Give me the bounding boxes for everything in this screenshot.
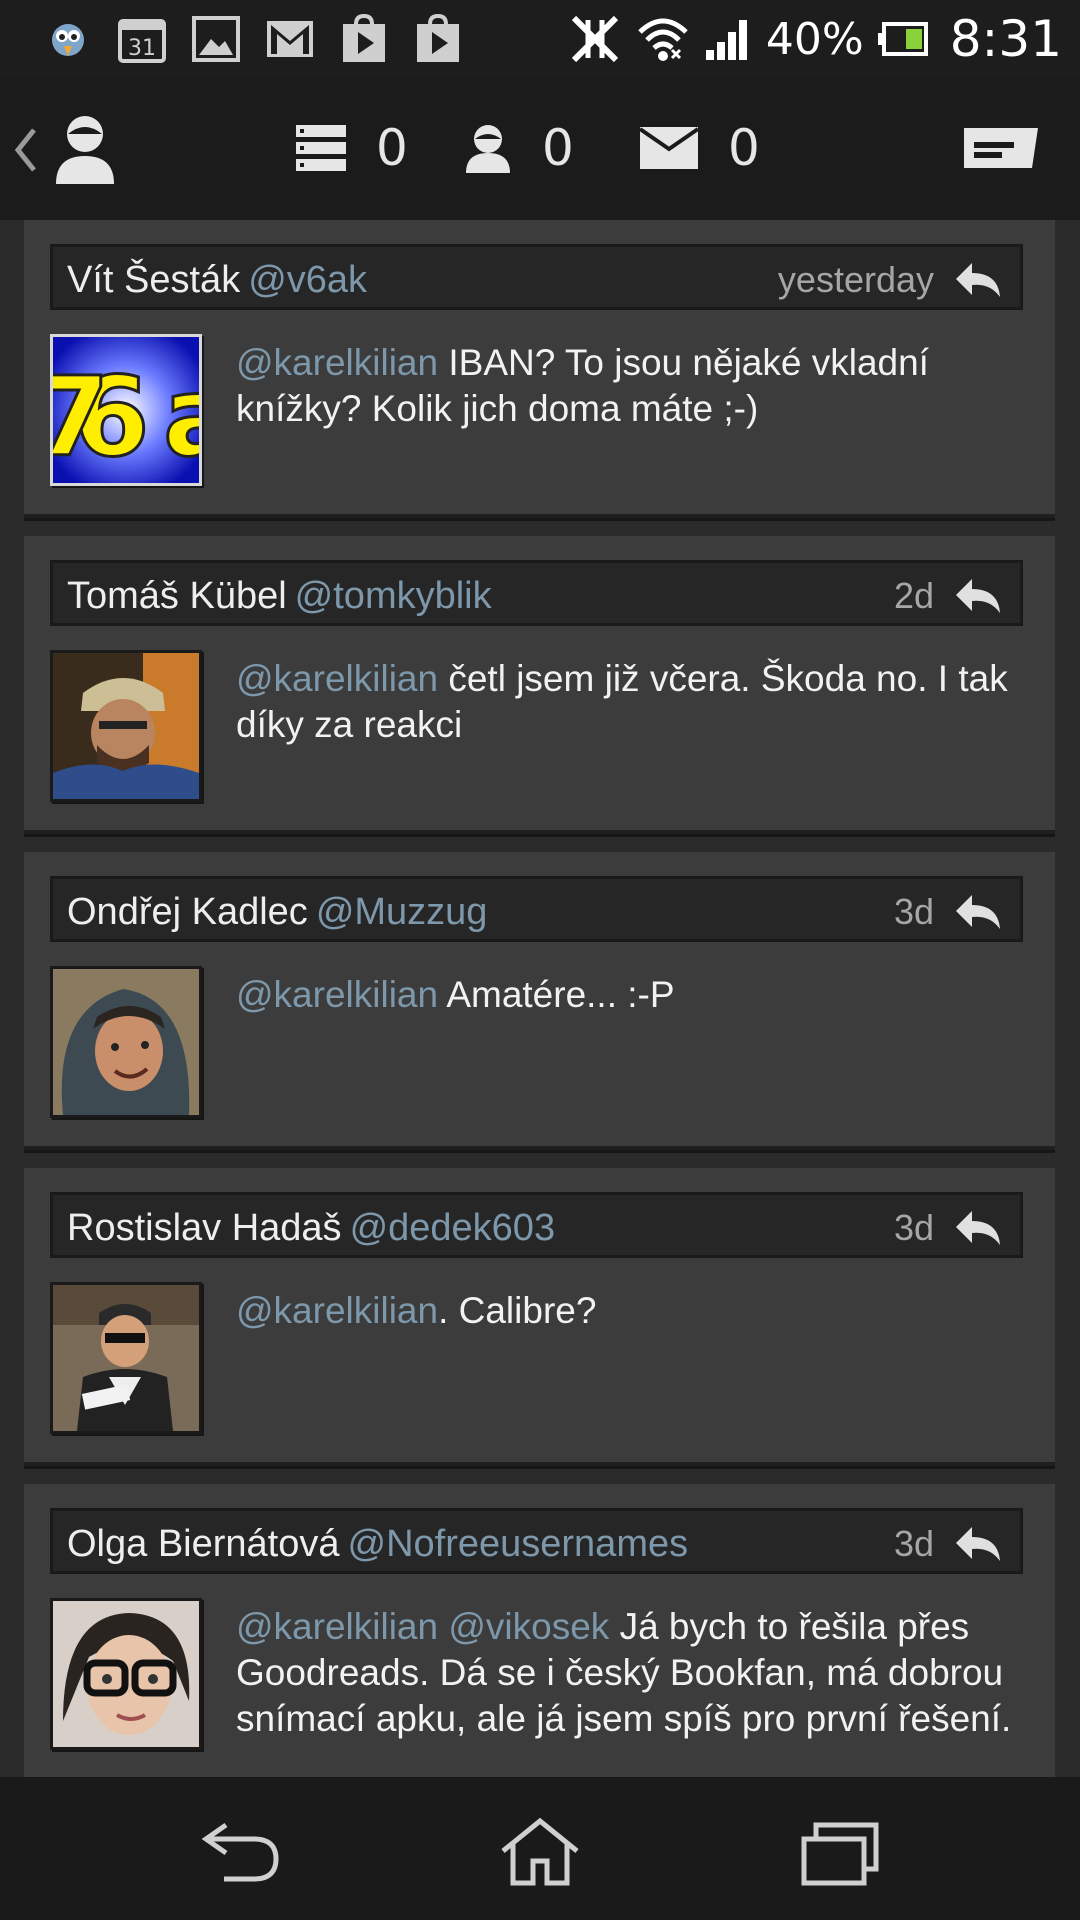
mention-link[interactable]: @karelkilian <box>236 658 438 699</box>
tweet-time: 3d <box>893 1523 934 1564</box>
notification-icons: 31 <box>40 12 466 66</box>
system-navigation-bar <box>0 1777 1080 1920</box>
battery-icon <box>877 22 928 56</box>
tweet-header: Vít Šesták @v6ak yesterday <box>50 244 1023 310</box>
tweet-text: @karelkilian Amatére... :-P <box>236 972 1036 1018</box>
calendar-icon: 31 <box>114 12 170 66</box>
back-icon[interactable] <box>196 1817 286 1887</box>
tweet-body: Amatére... :-P <box>438 974 675 1015</box>
v6ak-logo-image: 67a <box>53 337 199 483</box>
reply-icon[interactable] <box>954 893 1002 931</box>
tweet-body: . Calibre? <box>438 1290 597 1331</box>
play-store-icon <box>410 12 466 66</box>
mention-link[interactable]: @karelkilian <box>236 1290 438 1331</box>
author-name-line: Olga Biernátová @Nofreeusernames <box>67 1523 688 1566</box>
author-name-line: Ondřej Kadlec @Muzzug <box>67 891 487 934</box>
tweet-feed[interactable]: Vít Šesták@v6ak yesterday 67a @karelkili… <box>0 220 1080 1777</box>
top-navigation: 0 0 0 <box>0 78 1080 220</box>
mention-link[interactable]: @karelkilian <box>236 342 438 383</box>
mention-user-icon <box>466 125 510 173</box>
avatar[interactable] <box>50 1598 202 1750</box>
reply-icon[interactable] <box>954 1209 1002 1247</box>
play-store-icon <box>336 12 392 66</box>
tweet-text: @karelkilian @vikosek Já bych to řešila … <box>236 1604 1036 1742</box>
back-chevron-icon[interactable] <box>10 120 40 180</box>
list-icon <box>296 125 346 171</box>
messages-count: 0 <box>728 119 760 177</box>
timeline-count: 0 <box>376 119 408 177</box>
recent-apps-icon[interactable] <box>794 1817 884 1887</box>
author-name-line: Tomáš Kübel @tomkyblik <box>67 575 492 618</box>
author-handle[interactable]: @Nofreeusernames <box>348 1523 689 1565</box>
reply-icon[interactable] <box>954 261 1002 299</box>
woman-glasses-photo <box>53 1601 199 1747</box>
mention-link[interactable]: @karelkilian @vikosek <box>236 1606 609 1647</box>
tweet-text: @karelkilian četl jsem již včera. Škoda … <box>236 656 1036 748</box>
author-name-line: Vít Šesták @v6ak <box>67 259 367 302</box>
gallery-icon <box>188 12 244 66</box>
author-name[interactable]: Vít Šesták <box>67 259 240 301</box>
tweet-header: Ondřej Kadlec @Muzzug 3d <box>50 876 1023 942</box>
svg-text:7: 7 <box>53 353 110 481</box>
mention-link[interactable]: @karelkilian <box>236 974 438 1015</box>
author-handle[interactable]: @tomkyblik <box>295 575 492 617</box>
author-name[interactable]: Tomáš Kübel <box>67 575 287 617</box>
avatar[interactable] <box>50 1282 202 1434</box>
author-name[interactable]: Rostislav Hadaš <box>67 1207 342 1249</box>
tweet-card[interactable]: Tomáš Kübel @tomkyblik 2d @karelkilian če… <box>24 536 1055 834</box>
tweet-card[interactable]: Ondřej Kadlec @Muzzug 3d @karelkilian Ama… <box>24 852 1055 1150</box>
messages-counter[interactable]: 0 <box>640 108 760 188</box>
author-handle[interactable]: @Muzzug <box>316 891 488 933</box>
man-sunglasses-photo <box>53 1285 199 1431</box>
tweet-time: yesterday <box>777 259 934 300</box>
tweet-time: 3d <box>893 891 934 932</box>
author-handle[interactable]: @v6ak <box>248 259 367 301</box>
bird-app-icon <box>40 12 96 66</box>
profile-icon[interactable] <box>52 112 118 186</box>
battery-percent: 40% <box>765 13 864 65</box>
tweet-card[interactable]: Olga Biernátová @Nofreeusernames 3d @kare… <box>24 1484 1055 1777</box>
tweet-header: Rostislav Hadaš @dedek603 3d <box>50 1192 1023 1258</box>
author-name[interactable]: Olga Biernátová <box>67 1523 340 1565</box>
tweet-header: Tomáš Kübel @tomkyblik 2d <box>50 560 1023 626</box>
tweet-card[interactable]: Rostislav Hadaš @dedek603 3d @karelkilian… <box>24 1168 1055 1466</box>
avatar[interactable]: 67a <box>50 334 202 486</box>
nfc-off-icon <box>571 15 619 63</box>
clock: 8:31 <box>949 10 1062 68</box>
status-bar: 31 40% 8:31 <box>0 0 1080 78</box>
wifi-icon <box>638 18 688 61</box>
calendar-day: 31 <box>128 36 156 61</box>
signal-icon <box>705 20 747 60</box>
tweet-time: 2d <box>893 575 934 616</box>
reply-icon[interactable] <box>954 577 1002 615</box>
mentions-count: 0 <box>542 119 574 177</box>
avatar[interactable] <box>50 650 202 802</box>
author-name-line: Rostislav Hadaš @dedek603 <box>67 1207 555 1250</box>
hooded-face-photo <box>53 969 199 1115</box>
compose-icon[interactable] <box>962 122 1040 174</box>
tweet-card[interactable]: Vít Šesták@v6ak yesterday 67a @karelkili… <box>24 220 1055 518</box>
tweet-time: 3d <box>893 1207 934 1248</box>
man-cap-photo <box>53 653 199 799</box>
author-handle[interactable]: @dedek603 <box>350 1207 556 1249</box>
message-icon <box>640 127 698 169</box>
tweet-text: @karelkilian. Calibre? <box>236 1288 1036 1334</box>
tweet-header: Olga Biernátová @Nofreeusernames 3d <box>50 1508 1023 1574</box>
timeline-counter[interactable]: 0 <box>296 108 408 188</box>
system-status: 40% 8:31 <box>568 0 1062 78</box>
mentions-counter[interactable]: 0 <box>464 108 574 188</box>
tweet-text: @karelkilian IBAN? To jsou nějaké vkladn… <box>236 340 1036 432</box>
reply-icon[interactable] <box>954 1525 1002 1563</box>
gmail-icon <box>262 12 318 66</box>
author-name[interactable]: Ondřej Kadlec <box>67 891 308 933</box>
avatar[interactable] <box>50 966 202 1118</box>
svg-text:a: a <box>163 353 199 481</box>
home-icon[interactable] <box>495 1817 585 1887</box>
